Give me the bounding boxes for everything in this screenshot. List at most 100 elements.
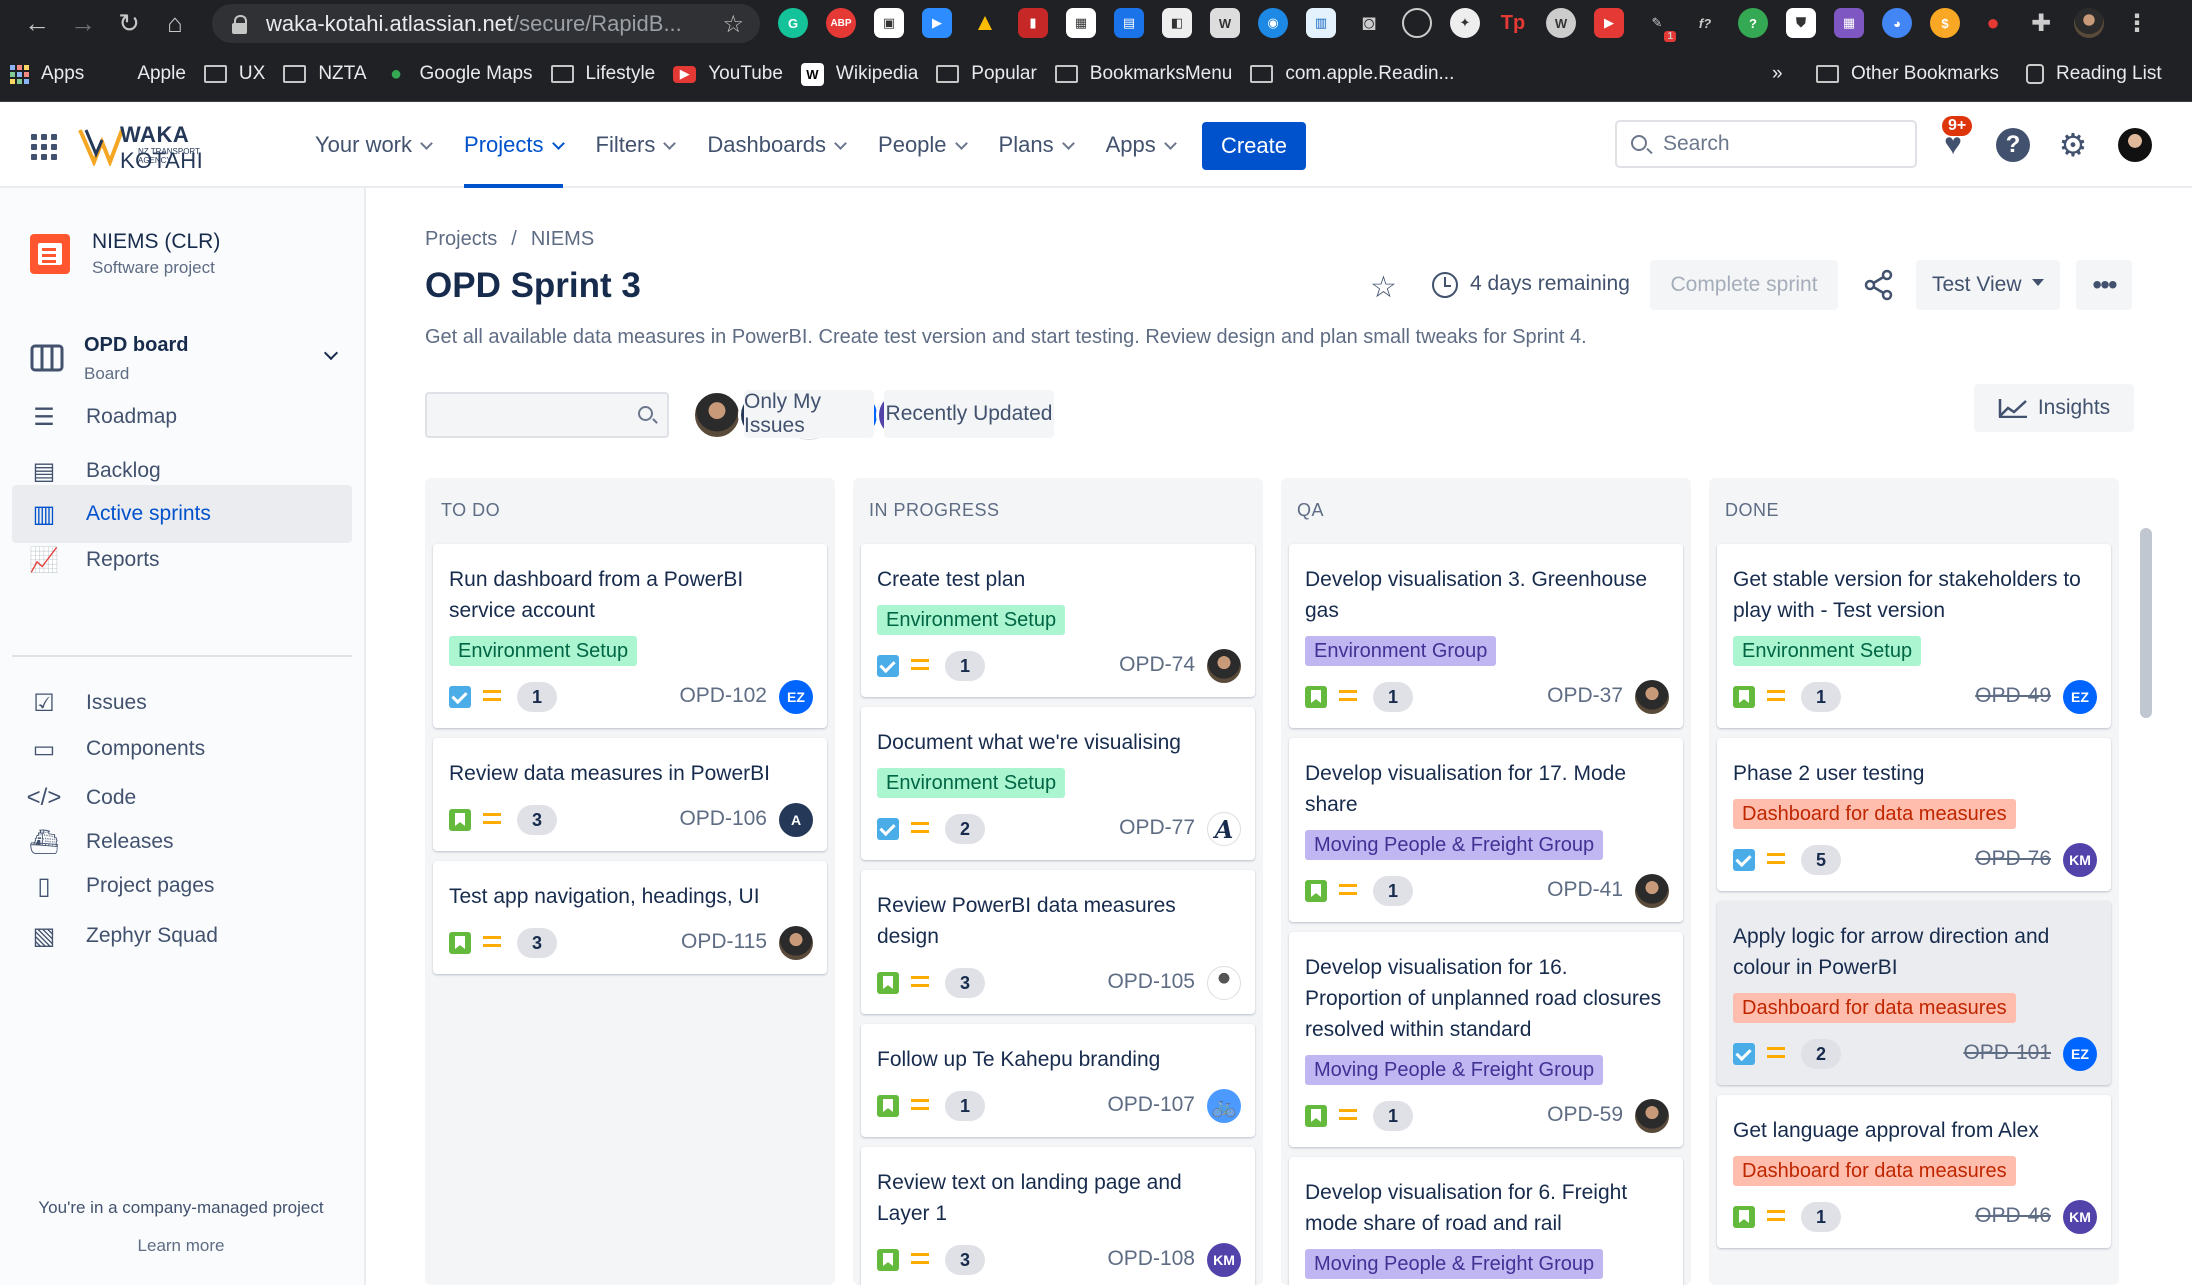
compass-ext-icon[interactable]: ✦ [1450, 8, 1480, 38]
share-icon[interactable] [1862, 268, 1896, 302]
bookmark-nzta[interactable]: NZTA [283, 63, 367, 85]
puzzle-icon[interactable]: ✚ [2026, 8, 2056, 38]
assignee-avatar[interactable]: EZ [2063, 1037, 2097, 1071]
issue-key[interactable]: OPD-105 [1107, 970, 1195, 994]
assignee-avatar[interactable]: EZ [2063, 680, 2097, 714]
issue-card[interactable]: Create test plan Environment Setup 1 OPD-74 [861, 544, 1255, 697]
bookmark-ux[interactable]: UX [203, 63, 265, 85]
learn-more-link[interactable]: Learn more [0, 1236, 362, 1256]
assignee-avatar[interactable] [779, 926, 813, 960]
issue-key[interactable]: OPD-76 [1975, 847, 2051, 871]
assignee-avatar[interactable] [1635, 1099, 1669, 1133]
other-bookmarks[interactable]: Other Bookmarks [1816, 63, 1999, 85]
issue-key[interactable]: OPD-59 [1547, 1103, 1623, 1127]
assignee-avatar[interactable]: A [779, 803, 813, 837]
project-header[interactable]: NIEMS (CLR) Software project [30, 230, 220, 278]
issue-card[interactable]: Get stable version for stakeholders to p… [1717, 544, 2111, 728]
sidebar-item-reports[interactable]: 📈 Reports [12, 531, 352, 589]
breadcrumb-projects[interactable]: Projects [425, 228, 497, 250]
issue-key[interactable]: OPD-77 [1119, 816, 1195, 840]
grammarly-icon[interactable]: G [778, 8, 808, 38]
chat-ext-icon[interactable]: ◉ [1258, 8, 1288, 38]
app-switcher-icon[interactable] [31, 134, 57, 160]
board-selector[interactable]: OPD board Board [30, 334, 350, 390]
issue-key[interactable]: OPD-108 [1107, 1247, 1195, 1271]
assignee-avatar[interactable]: KM [1207, 1243, 1241, 1277]
bag-ext-icon[interactable]: ⛊ [1786, 8, 1816, 38]
forward-icon[interactable]: → [60, 4, 106, 44]
issue-card[interactable]: Test app navigation, headings, UI 3 OPD-11… [433, 861, 827, 974]
photo-ext-icon[interactable]: ▣ [874, 8, 904, 38]
user-avatar[interactable] [2118, 128, 2152, 162]
insights-button[interactable]: Insights [1974, 384, 2134, 432]
assignee-avatar[interactable]: KM [2063, 843, 2097, 877]
pen-ext-icon[interactable]: ✎ 1 [1642, 8, 1676, 42]
menu-projects[interactable]: Projects [464, 102, 565, 188]
search-input[interactable]: Search [1615, 120, 1917, 168]
assignee-avatar[interactable] [1207, 966, 1241, 1000]
reading-list[interactable]: Reading List [2026, 63, 2162, 85]
assignee-avatar[interactable]: EZ [779, 680, 813, 714]
grid-ext-icon[interactable]: ▦ [1834, 8, 1864, 38]
window-ext-icon[interactable]: ▥ [1306, 8, 1336, 38]
complete-sprint-button[interactable]: Complete sprint [1650, 260, 1838, 310]
assignee-avatar[interactable]: A [1207, 812, 1241, 846]
view-dropdown[interactable]: Test View [1916, 260, 2060, 310]
help-icon[interactable]: ? [1996, 128, 2030, 162]
menu-people[interactable]: People [878, 102, 968, 188]
board-scrollbar[interactable] [2140, 528, 2152, 718]
issue-key[interactable]: OPD-106 [679, 807, 767, 831]
profile-avatar[interactable] [2074, 8, 2104, 38]
reload-icon[interactable]: ↻ [106, 4, 152, 44]
issue-key[interactable]: OPD-37 [1547, 684, 1623, 708]
bookmarks-overflow[interactable]: » [1772, 63, 1783, 85]
menu-filters[interactable]: Filters [596, 102, 677, 188]
menu-plans[interactable]: Plans [999, 102, 1075, 188]
issue-card[interactable]: Develop visualisation 3. Greenhouse gas E… [1289, 544, 1683, 728]
assignee-avatar[interactable]: KM [2063, 1200, 2097, 1234]
media-ext-icon[interactable]: ▦ [1066, 8, 1096, 38]
menu-your-work[interactable]: Your work [315, 102, 433, 188]
board-search-input[interactable] [425, 392, 669, 438]
chrome-ext-icon[interactable]: ◕ [1882, 8, 1912, 38]
bookmark-reading[interactable]: com.apple.Readin... [1250, 63, 1454, 85]
bookmark-star-icon[interactable]: ☆ [722, 10, 744, 39]
bookmark-bookmarksmenu[interactable]: BookmarksMenu [1054, 63, 1232, 85]
menu-dashboards[interactable]: Dashboards [707, 102, 847, 188]
home-icon[interactable]: ⌂ [152, 4, 198, 44]
drive-icon[interactable]: ▲ [970, 8, 1000, 38]
bookmark-google-maps[interactable]: ● Google Maps [385, 63, 533, 86]
fx-ext-icon[interactable]: f? [1690, 8, 1720, 38]
record-ext-icon[interactable]: ● [1978, 8, 2008, 38]
issue-card[interactable]: Develop visualisation for 17. Mode share… [1289, 738, 1683, 922]
issue-card[interactable]: Get language approval from Alex Dashboard… [1717, 1095, 2111, 1248]
sidebar-item-roadmap[interactable]: ☰ Roadmap [12, 388, 352, 446]
assignee-avatar[interactable]: 🚲 [1207, 1089, 1241, 1123]
tp-ext-icon[interactable]: Tp [1498, 8, 1528, 38]
circle-ext-icon[interactable] [1402, 8, 1432, 38]
recently-updated-filter[interactable]: Recently Updated [884, 390, 1054, 438]
avatar-filter-user1[interactable] [692, 390, 742, 440]
clip-ext-icon[interactable]: ◧ [1162, 8, 1192, 38]
assignee-avatar[interactable] [1207, 649, 1241, 683]
more-actions-button[interactable]: ••• [2076, 260, 2132, 310]
create-button[interactable]: Create [1202, 122, 1306, 170]
issue-card[interactable]: Review PowerBI data measures design 3 OPD-… [861, 870, 1255, 1014]
book-ext-icon[interactable]: ▮ [1018, 8, 1048, 38]
issue-card[interactable]: Review text on landing page and Layer 1 3… [861, 1147, 1255, 1285]
issue-card[interactable]: Document what we're visualising Environme… [861, 707, 1255, 860]
bookmark-apple[interactable]: Apple [102, 63, 186, 86]
issue-key[interactable]: OPD-49 [1975, 684, 2051, 708]
bookmark-apps[interactable]: Apps [10, 63, 84, 85]
issue-key[interactable]: OPD-107 [1107, 1093, 1195, 1117]
calendar-ext-icon[interactable]: ▤ [1114, 8, 1144, 38]
help-ext-icon[interactable]: ? [1738, 8, 1768, 38]
breadcrumb-project[interactable]: NIEMS [531, 228, 594, 250]
bookmark-wikipedia[interactable]: W Wikipedia [800, 62, 918, 86]
wiki-ext-icon[interactable]: W [1210, 8, 1240, 38]
address-bar[interactable]: waka-kotahi.atlassian.net/secure/RapidB.… [212, 4, 760, 43]
w-ext-icon[interactable]: W [1546, 8, 1576, 38]
zoom-icon[interactable]: ▶ [922, 8, 952, 38]
bookmark-lifestyle[interactable]: Lifestyle [550, 63, 655, 85]
issue-card[interactable]: Follow up Te Kahepu branding 1 OPD-107 🚲 [861, 1024, 1255, 1137]
